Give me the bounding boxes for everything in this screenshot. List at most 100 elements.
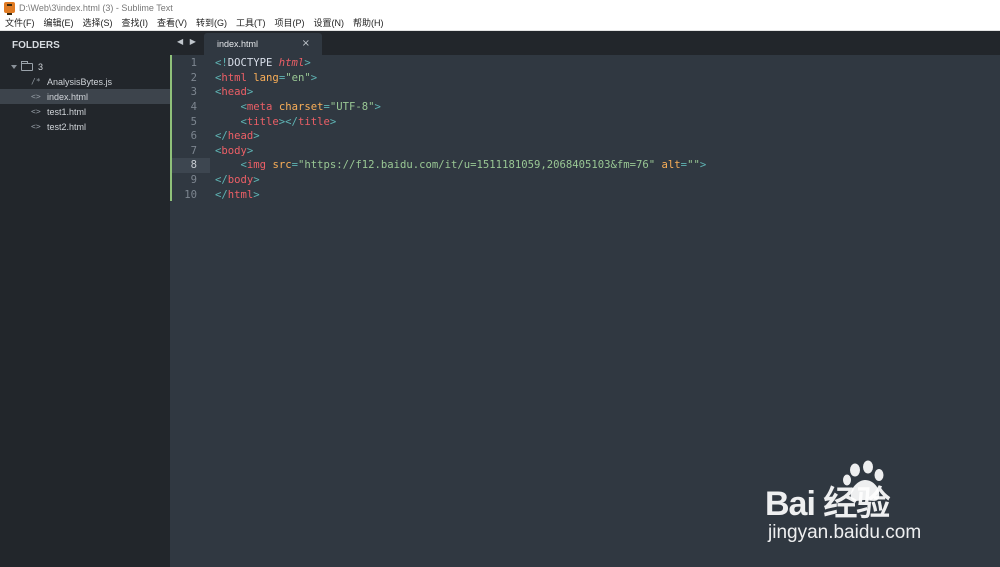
tab-label: index.html xyxy=(217,39,259,49)
code-text: <html lang="en"> xyxy=(215,72,317,84)
code-token: <! xyxy=(215,57,228,70)
html-file-icon: <> xyxy=(31,107,41,116)
watermark-logo-text: Bai 经验 xyxy=(765,485,890,523)
code-token: > xyxy=(374,101,381,114)
code-token: html xyxy=(221,71,247,84)
code-line[interactable]: 10 </html> xyxy=(170,187,1000,202)
code-token: "https://f12.baidu.com/it/u=1511181059,2… xyxy=(297,159,656,172)
tab-index-html[interactable]: index.html × xyxy=(204,33,322,55)
line-number: 5 xyxy=(190,115,197,128)
code-token: html xyxy=(278,57,305,70)
line-number: 8 xyxy=(190,159,197,172)
code-token: </ xyxy=(215,130,228,143)
code-token: body xyxy=(221,144,247,157)
file-name: test2.html xyxy=(47,121,87,132)
code-token: head xyxy=(221,86,247,99)
code-text: </html> xyxy=(215,189,260,201)
code-token: head xyxy=(227,130,254,143)
code-line[interactable]: 5 <title></title> xyxy=(170,114,1000,129)
folder-3[interactable]: 3 xyxy=(0,59,170,74)
menu-item[interactable]: 设置(N) xyxy=(309,16,349,29)
line-number: 4 xyxy=(190,101,197,114)
code-token: img xyxy=(246,159,267,172)
menu-bar: 文件(F) 编辑(E) 选择(S) 查找(I) 查看(V) 转到(G) 工具(T) 项目(P)… xyxy=(0,15,1000,31)
code-token: </ xyxy=(215,174,228,187)
watermark-url: jingyan.baidu.com xyxy=(768,522,922,543)
menu-item[interactable]: 查找(I) xyxy=(117,16,153,29)
sidebar-file-item[interactable]: <> test2.html xyxy=(0,119,170,134)
code-text: <title></title> xyxy=(215,115,337,128)
code-token: > xyxy=(253,130,260,143)
line-number: 6 xyxy=(190,130,197,143)
code-token: > xyxy=(304,57,311,70)
file-name: index.html xyxy=(47,91,89,102)
menu-item[interactable]: 文件(F) xyxy=(0,16,39,29)
sidebar-file-item[interactable]: /* AnalysisBytes.js xyxy=(0,74,170,89)
expand-triangle-icon[interactable] xyxy=(11,64,17,69)
code-line[interactable]: 2 <html lang="en"> xyxy=(170,71,1000,86)
code-token: > xyxy=(310,71,318,84)
window-title: D:\Web\3\index.html (3) - Sublime Text xyxy=(19,2,173,13)
code-token: > xyxy=(246,86,254,99)
code-text: <!DOCTYPE html> xyxy=(215,57,311,69)
code-token: "UTF-8" xyxy=(329,101,375,114)
code-token: html xyxy=(227,188,254,201)
file-name: test1.html xyxy=(47,106,87,117)
code-token: meta xyxy=(246,101,273,114)
code-token: charset xyxy=(278,101,324,114)
code-token: lang xyxy=(253,71,279,84)
code-token: > xyxy=(246,144,254,157)
code-token: </ xyxy=(215,188,228,201)
code-line[interactable]: 1 <!DOCTYPE html> xyxy=(170,56,1000,71)
folder-label: 3 xyxy=(38,61,44,72)
tab-nav-arrows-icon[interactable]: ◀ ▶ xyxy=(177,37,198,46)
menu-item[interactable]: 转到(G) xyxy=(191,16,231,29)
line-number: 2 xyxy=(190,71,197,84)
file-list: /* AnalysisBytes.js <> index.html <> test1.ht… xyxy=(0,74,170,134)
code-line[interactable]: 3 <head> xyxy=(170,85,1000,100)
code-text: <head> xyxy=(215,86,253,98)
menu-item[interactable]: 编辑(E) xyxy=(39,16,78,29)
menu-item[interactable]: 查看(V) xyxy=(152,16,191,29)
menu-item[interactable]: 工具(T) xyxy=(231,16,270,29)
file-name: AnalysisBytes.js xyxy=(47,76,113,87)
code-line[interactable]: 6 </head> xyxy=(170,129,1000,144)
sidebar: FOLDERS 3 /* AnalysisBytes.js <> index.html… xyxy=(0,31,170,567)
code-token: title xyxy=(246,115,279,128)
code-token: alt xyxy=(661,159,681,172)
close-icon[interactable]: × xyxy=(302,38,310,49)
code-token: DOCTYPE xyxy=(227,57,279,70)
code-token: src xyxy=(272,159,292,172)
code-token: > xyxy=(329,115,337,128)
code-token: title xyxy=(297,115,330,128)
menu-item[interactable]: 选择(S) xyxy=(78,16,117,29)
title-bar: D:\Web\3\index.html (3) - Sublime Text xyxy=(0,0,1000,15)
menu-item[interactable]: 项目(P) xyxy=(270,16,309,29)
folders-header: FOLDERS xyxy=(12,39,60,51)
line-number: 1 xyxy=(190,57,197,70)
code-token: > xyxy=(253,174,260,187)
code-token: "" xyxy=(687,159,700,172)
code-line[interactable]: 8 <img src="https://f12.baidu.com/it/u=1… xyxy=(170,158,1000,173)
code-token: "en" xyxy=(285,71,311,84)
sublime-text-app-icon xyxy=(4,2,15,15)
line-number: 7 xyxy=(190,144,197,157)
code-token: body xyxy=(227,174,254,187)
code-line[interactable]: 7 <body> xyxy=(170,144,1000,159)
sidebar-file-item[interactable]: <> index.html xyxy=(0,89,170,104)
line-number: 10 xyxy=(184,188,197,201)
line-number: 9 xyxy=(190,174,197,187)
html-file-icon: <> xyxy=(31,122,41,131)
code-token: > xyxy=(253,188,260,201)
code-text: </head> xyxy=(215,130,260,142)
code-line[interactable]: 4 <meta charset="UTF-8"> xyxy=(170,100,1000,115)
sidebar-file-item[interactable]: <> test1.html xyxy=(0,104,170,119)
menu-item[interactable]: 帮助(H) xyxy=(348,16,388,29)
line-number: 3 xyxy=(190,86,197,99)
code-text: </body> xyxy=(215,174,260,186)
code-line[interactable]: 9 </body> xyxy=(170,173,1000,188)
folder-open-icon xyxy=(21,60,33,71)
